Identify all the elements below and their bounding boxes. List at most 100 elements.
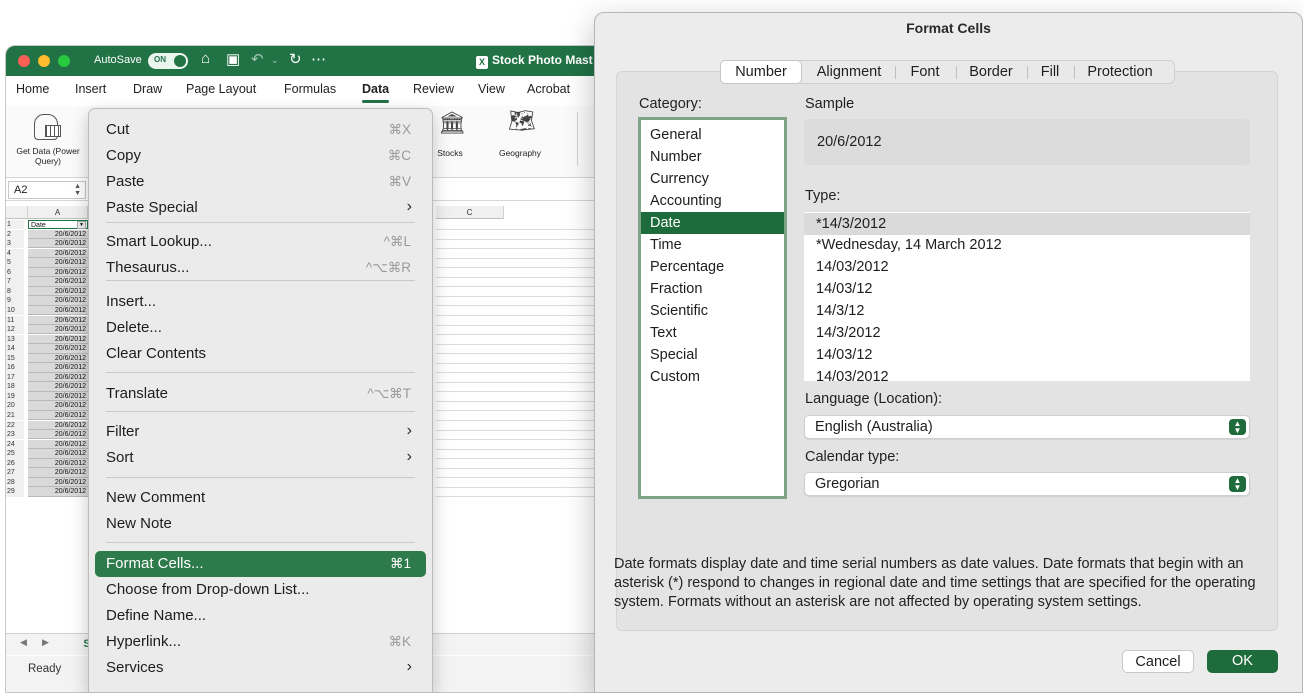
menu-item-sort[interactable]: Sort › bbox=[95, 445, 426, 471]
category-item-time[interactable]: Time bbox=[641, 234, 784, 256]
minimize-window-button[interactable] bbox=[38, 55, 50, 67]
menu-item-copy[interactable]: Copy ⌘C bbox=[95, 143, 426, 169]
category-list[interactable]: General Number Currency Accounting Date … bbox=[638, 117, 787, 499]
date-cell[interactable]: 20/6/2012 bbox=[28, 353, 88, 364]
date-cell[interactable]: 20/6/2012 bbox=[28, 325, 88, 335]
category-item-currency[interactable]: Currency bbox=[641, 168, 784, 190]
tab-acrobat[interactable]: Acrobat bbox=[527, 82, 570, 96]
date-cell[interactable]: 20/6/2012 bbox=[28, 439, 88, 450]
tab-draw[interactable]: Draw bbox=[133, 82, 162, 96]
row-number[interactable]: 16 bbox=[6, 363, 24, 373]
tab-view[interactable]: View bbox=[478, 82, 505, 96]
row-number[interactable]: 28 bbox=[6, 477, 24, 488]
row-number[interactable]: 20 bbox=[6, 401, 24, 411]
row-number[interactable]: 1 bbox=[6, 220, 24, 230]
type-item[interactable]: 14/03/2012 bbox=[804, 366, 1250, 381]
row-number[interactable]: 25 bbox=[6, 449, 24, 459]
tab-fill[interactable]: Fill bbox=[1028, 61, 1072, 83]
menu-item-smart-lookup[interactable]: Smart Lookup... ^⌘L bbox=[95, 229, 426, 255]
tab-protection[interactable]: Protection bbox=[1075, 61, 1165, 83]
row-number[interactable]: 8 bbox=[6, 286, 24, 297]
type-item[interactable]: 14/03/12 bbox=[804, 344, 1250, 366]
row-number[interactable]: 2 bbox=[6, 229, 24, 239]
stocks-icon[interactable]: 🏛 bbox=[438, 110, 466, 136]
date-cell[interactable]: 20/6/2012 bbox=[28, 248, 88, 259]
date-cell[interactable]: 20/6/2012 bbox=[28, 468, 88, 478]
date-cell[interactable]: 20/6/2012 bbox=[28, 277, 88, 287]
tab-formulas[interactable]: Formulas bbox=[284, 82, 336, 96]
tab-insert[interactable]: Insert bbox=[75, 82, 106, 96]
type-item[interactable]: *14/3/2012 bbox=[804, 213, 1250, 235]
language-select[interactable]: English (Australia) ▲ ▼ bbox=[804, 415, 1250, 439]
zoom-window-button[interactable] bbox=[58, 55, 70, 67]
row-number[interactable]: 3 bbox=[6, 239, 24, 249]
next-sheet-icon[interactable]: ▶ bbox=[42, 637, 49, 648]
date-cell[interactable]: 20/6/2012 bbox=[28, 449, 88, 459]
row-number[interactable]: 18 bbox=[6, 382, 24, 392]
date-cell[interactable]: 20/6/2012 bbox=[28, 344, 88, 354]
row-number[interactable]: 13 bbox=[6, 334, 24, 344]
tab-review[interactable]: Review bbox=[413, 82, 454, 96]
date-cell[interactable]: 20/6/2012 bbox=[28, 372, 88, 383]
date-cell[interactable]: 20/6/2012 bbox=[28, 286, 88, 297]
type-item[interactable]: 14/3/12 bbox=[804, 300, 1250, 322]
row-number[interactable]: 21 bbox=[6, 411, 24, 421]
date-cell[interactable]: 20/6/2012 bbox=[28, 411, 88, 421]
chevron-down-icon[interactable]: ⌄ bbox=[271, 55, 279, 66]
menu-item-new-comment[interactable]: New Comment bbox=[95, 485, 426, 511]
menu-item-define-name[interactable]: Define Name... bbox=[95, 603, 426, 629]
category-item-general[interactable]: General bbox=[641, 124, 784, 146]
more-icon[interactable]: ⋯ bbox=[311, 50, 326, 68]
row-number[interactable]: 22 bbox=[6, 420, 24, 430]
date-cell[interactable]: 20/6/2012 bbox=[28, 363, 88, 373]
row-number[interactable]: 27 bbox=[6, 468, 24, 478]
menu-item-format-cells[interactable]: Format Cells... ⌘1 bbox=[95, 551, 426, 577]
tab-number[interactable]: Number bbox=[720, 60, 802, 84]
type-list[interactable]: *14/3/2012 *Wednesday, 14 March 2012 14/… bbox=[804, 212, 1250, 381]
date-cell[interactable]: 20/6/2012 bbox=[28, 487, 88, 497]
filter-dropdown-icon[interactable]: ▼ bbox=[77, 221, 86, 229]
menu-item-filter[interactable]: Filter › bbox=[95, 419, 426, 445]
menu-item-choose-from-drop-down-list[interactable]: Choose from Drop-down List... bbox=[95, 577, 426, 603]
home-icon[interactable]: ⌂ bbox=[201, 50, 210, 67]
date-cell[interactable]: 20/6/2012 bbox=[28, 258, 88, 268]
row-number[interactable]: 4 bbox=[6, 248, 24, 259]
get-data-label[interactable]: Get Data (Power Query) bbox=[6, 146, 90, 166]
category-item-scientific[interactable]: Scientific bbox=[641, 300, 784, 322]
category-item-date[interactable]: Date bbox=[641, 212, 784, 234]
date-cell[interactable]: 20/6/2012 bbox=[28, 430, 88, 440]
row-number[interactable]: 11 bbox=[6, 315, 24, 325]
name-box-stepper-icon[interactable]: ▲ ▼ bbox=[74, 183, 81, 197]
menu-item-translate[interactable]: Translate ^⌥⌘T bbox=[95, 381, 426, 407]
row-number[interactable]: 19 bbox=[6, 391, 24, 402]
column-header-c[interactable]: C bbox=[436, 206, 504, 219]
menu-item-services[interactable]: Services › bbox=[95, 655, 426, 681]
date-cell[interactable]: 20/6/2012 bbox=[28, 458, 88, 469]
date-cell[interactable]: 20/6/2012 bbox=[28, 420, 88, 430]
row-number[interactable]: 24 bbox=[6, 439, 24, 450]
date-cell[interactable]: 20/6/2012 bbox=[28, 296, 88, 306]
date-cell[interactable]: 20/6/2012 bbox=[28, 477, 88, 488]
type-item[interactable]: 14/03/2012 bbox=[804, 256, 1250, 278]
previous-sheet-icon[interactable]: ◀ bbox=[20, 637, 27, 648]
date-cell[interactable]: 20/6/2012 bbox=[28, 401, 88, 411]
date-cell[interactable]: 20/6/2012 bbox=[28, 315, 88, 325]
row-number[interactable]: 12 bbox=[6, 325, 24, 335]
get-data-icon[interactable] bbox=[34, 114, 61, 140]
menu-item-new-note[interactable]: New Note bbox=[95, 511, 426, 537]
menu-item-paste[interactable]: Paste ⌘V bbox=[95, 169, 426, 195]
category-item-percentage[interactable]: Percentage bbox=[641, 256, 784, 278]
date-cell[interactable]: 20/6/2012 bbox=[28, 229, 88, 239]
category-item-fraction[interactable]: Fraction bbox=[641, 278, 784, 300]
row-number[interactable]: 26 bbox=[6, 458, 24, 469]
date-cell[interactable]: 20/6/2012 bbox=[28, 267, 88, 278]
autosave-toggle[interactable]: ON bbox=[148, 53, 188, 69]
close-window-button[interactable] bbox=[18, 55, 30, 67]
type-item[interactable]: *Wednesday, 14 March 2012 bbox=[804, 234, 1250, 256]
column-header-a[interactable]: A bbox=[28, 206, 88, 219]
row-number[interactable]: 15 bbox=[6, 353, 24, 364]
stocks-label[interactable]: Stocks bbox=[428, 148, 472, 158]
row-number[interactable]: 6 bbox=[6, 267, 24, 278]
tab-border[interactable]: Border bbox=[957, 61, 1025, 83]
row-number[interactable]: 14 bbox=[6, 344, 24, 354]
